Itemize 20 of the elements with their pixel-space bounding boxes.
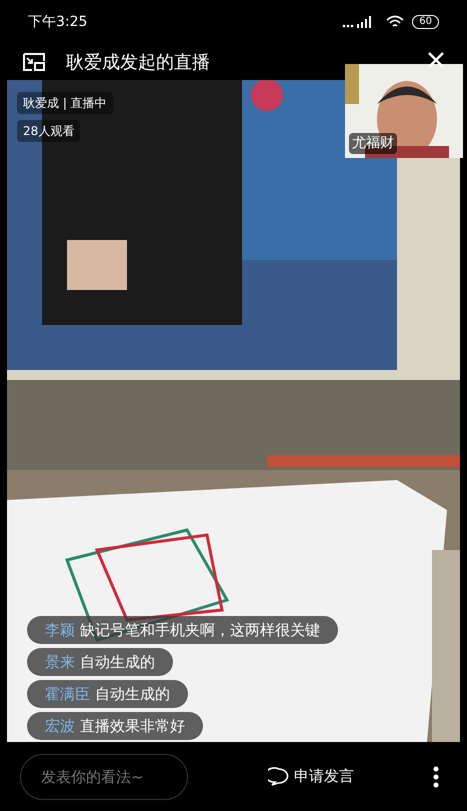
comment-text: 自动生成的 (94, 685, 170, 703)
wifi-icon (386, 15, 404, 29)
comment-author: 李颖 (45, 621, 75, 639)
comment-author: 宏波 (45, 717, 75, 735)
comment-author: 霍满臣 (45, 685, 90, 703)
host-tag: 耿爱成 | 直播中 (17, 92, 113, 114)
comment-text: 缺记号笔和手机夹啊，这两样很关键 (78, 621, 320, 639)
status-time: 下午3:25 (28, 12, 88, 32)
more-icon[interactable] (433, 766, 439, 788)
close-icon[interactable] (427, 51, 445, 69)
battery-icon: 60 (412, 15, 439, 29)
minimize-window-icon[interactable] (22, 52, 46, 72)
comment-field[interactable]: 发表你的看法~ (20, 754, 188, 800)
request-speak-button[interactable]: 申请发言 (268, 765, 354, 788)
comment-text: 自动生成的 (78, 653, 155, 671)
comment-text: 直播效果非常好 (78, 717, 185, 735)
speech-bubble-icon (268, 766, 290, 786)
comment-author: 景来 (45, 653, 75, 671)
page-title: 耿爱成发起的直播 (66, 50, 210, 74)
viewer-count: 28人观看 (17, 120, 80, 142)
